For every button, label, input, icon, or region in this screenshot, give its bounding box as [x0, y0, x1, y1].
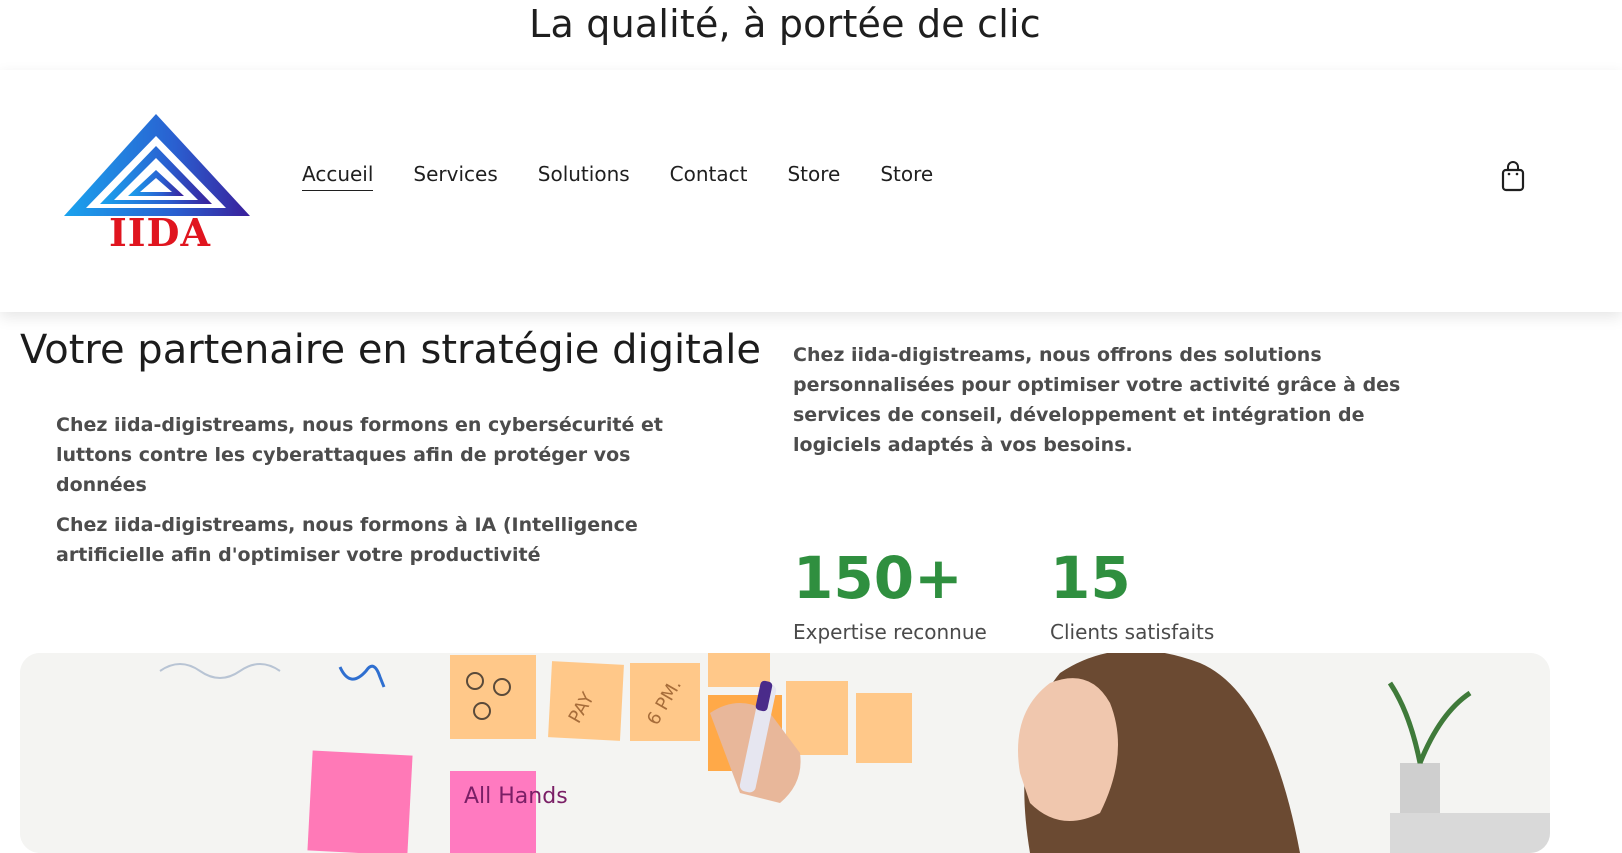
stat-label-expertise: Expertise reconnue: [793, 620, 987, 644]
shopping-bag-icon: [1501, 161, 1525, 192]
stat-value-expertise: 150+: [793, 544, 963, 612]
stat-label-clients: Clients satisfaits: [1050, 620, 1215, 644]
nav-item-store-2[interactable]: Store: [880, 162, 933, 191]
hero-paragraph-ai: Chez iida-digistreams, nous formons à IA…: [56, 514, 638, 566]
hero-paragraph-solutions: Chez iida-digistreams, nous offrons des …: [793, 344, 1401, 456]
site-header: IIDA Accueil Services Solutions Contact …: [0, 70, 1622, 312]
sticky-note-all-hands: All Hands: [464, 784, 568, 809]
hero-paragraph-cybersecurity: Chez iida-digistreams, nous formons en c…: [56, 414, 663, 496]
stat-value-clients: 15: [1050, 544, 1131, 612]
main-nav: Accueil Services Solutions Contact Store…: [302, 162, 933, 191]
nav-item-solutions[interactable]: Solutions: [538, 162, 630, 191]
hero-image-whiteboard: PAY 6 PM. All Hands: [20, 653, 1550, 853]
cart-button[interactable]: [1499, 160, 1527, 192]
site-logo[interactable]: IIDA: [62, 112, 252, 262]
site-tagline: La qualité, à portée de clic: [529, 2, 1041, 46]
nav-item-services[interactable]: Services: [413, 162, 497, 191]
nav-item-contact[interactable]: Contact: [670, 162, 748, 191]
nav-item-store[interactable]: Store: [787, 162, 840, 191]
hero-title: Votre partenaire en stratégie digitale: [20, 327, 762, 373]
nav-item-accueil[interactable]: Accueil: [302, 162, 374, 191]
iida-triangle-logo: [64, 114, 250, 216]
whiteboard-photo: PAY 6 PM. All Hands: [20, 653, 1550, 853]
logo-text: IIDA: [109, 210, 211, 255]
